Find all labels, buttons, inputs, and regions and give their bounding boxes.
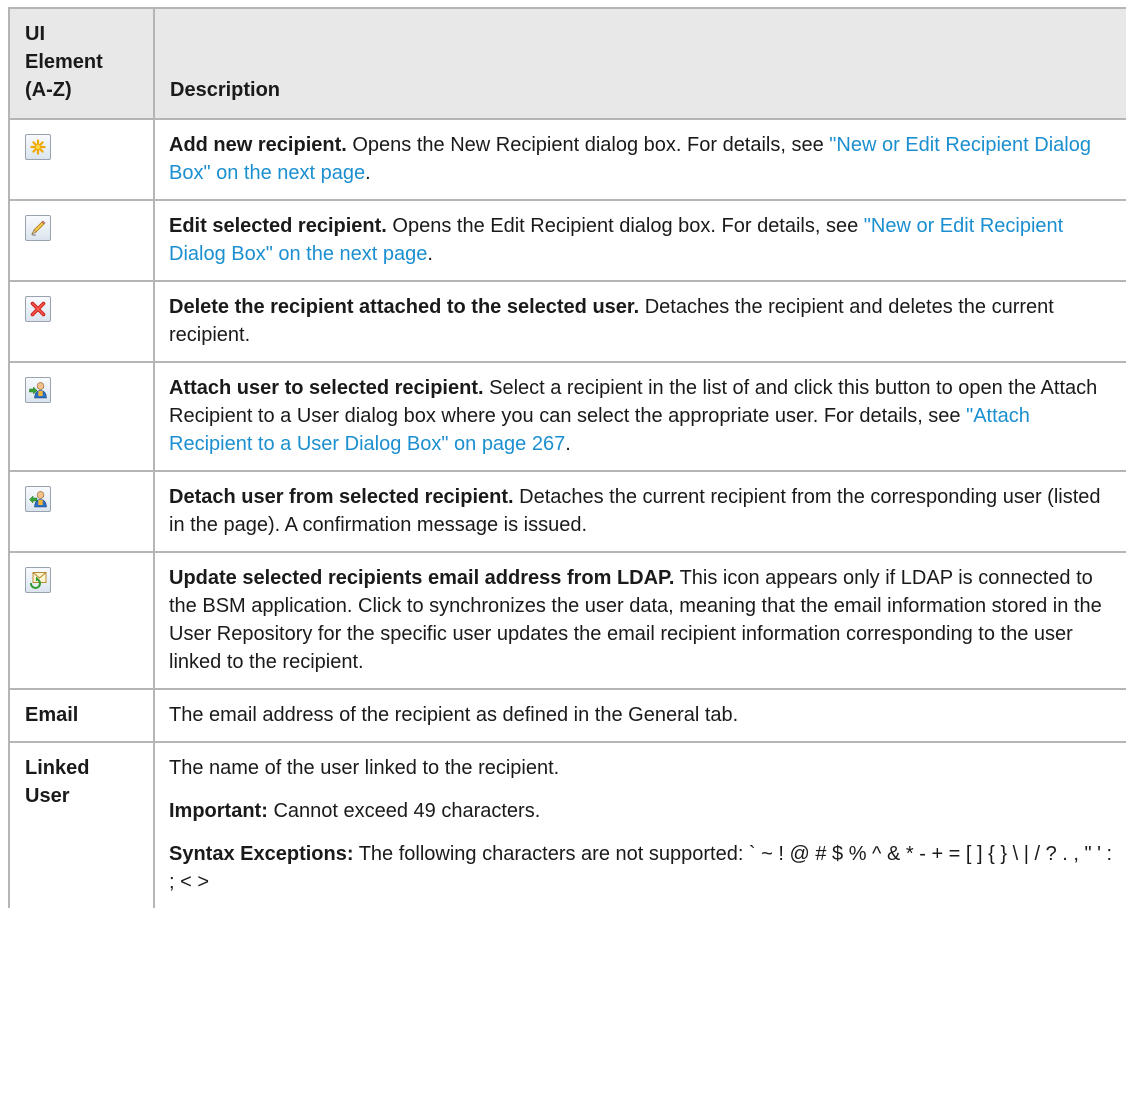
row-description-cell: Edit selected recipient. Opens the Edit …: [153, 199, 1126, 282]
row-description-cell: Add new recipient. Opens the New Recipie…: [153, 118, 1126, 201]
add-new-recipient-icon[interactable]: [25, 134, 51, 160]
header-ui-element-line-1: UI: [25, 23, 45, 45]
row-element-cell: [8, 361, 155, 472]
row-description-cell: The email address of the recipient as de…: [153, 688, 1126, 743]
table-row: Add new recipient. Opens the New Recipie…: [8, 118, 1126, 201]
syntax-exceptions-label: Syntax Exceptions:: [169, 843, 354, 865]
row-element-label-line-2: User: [25, 785, 70, 807]
syntax-exceptions-paragraph: Syntax Exceptions: The following charact…: [169, 840, 1116, 896]
row-element-label-line-1: Linked: [25, 757, 90, 779]
table-row: Delete the recipient attached to the sel…: [8, 280, 1126, 363]
header-ui-element-line-2: Element: [25, 51, 103, 73]
table-row: Linked User The name of the user linked …: [8, 741, 1126, 908]
delete-recipient-icon[interactable]: [25, 296, 51, 322]
important-label: Important:: [169, 800, 268, 822]
row-title: Detach user from selected recipient.: [169, 486, 514, 508]
table-row: Edit selected recipient. Opens the Edit …: [8, 199, 1126, 282]
row-element-cell: Linked User: [8, 741, 155, 908]
row-text: The email address of the recipient as de…: [169, 704, 739, 726]
row-description-cell: Detach user from selected recipient. Det…: [153, 470, 1126, 553]
row-title: Delete the recipient attached to the sel…: [169, 296, 640, 318]
row-description-cell: The name of the user linked to the recip…: [153, 741, 1126, 908]
row-element-cell: [8, 470, 155, 553]
header-ui-element: UI Element (A-Z): [8, 7, 155, 120]
row-title: Edit selected recipient.: [169, 215, 387, 237]
row-text: The name of the user linked to the recip…: [169, 757, 560, 779]
row-element-cell: [8, 118, 155, 201]
row-element-cell: [8, 551, 155, 690]
important-paragraph: Important: Cannot exceed 49 characters.: [169, 797, 1116, 825]
detach-user-icon[interactable]: [25, 486, 51, 512]
row-description-cell: Delete the recipient attached to the sel…: [153, 280, 1126, 363]
row-element-cell: [8, 280, 155, 363]
row-description-cell: Attach user to selected recipient. Selec…: [153, 361, 1126, 472]
row-text: Opens the New Recipient dialog box. For …: [346, 134, 830, 156]
row-description-cell: Update selected recipients email address…: [153, 551, 1126, 690]
row-title: Update selected recipients email address…: [169, 567, 675, 589]
table-row: Update selected recipients email address…: [8, 551, 1126, 690]
row-tail: .: [565, 433, 571, 455]
row-element-cell: [8, 199, 155, 282]
table-row: Detach user from selected recipient. Det…: [8, 470, 1126, 553]
row-title: Attach user to selected recipient.: [169, 377, 484, 399]
ui-elements-table: UI Element (A-Z) Description Add new rec…: [8, 7, 1126, 908]
important-text: Cannot exceed 49 characters.: [267, 800, 541, 822]
row-tail: .: [427, 243, 433, 265]
row-text-paragraph: The name of the user linked to the recip…: [169, 754, 1116, 782]
row-text: Opens the Edit Recipient dialog box. For…: [386, 215, 864, 237]
header-description: Description: [153, 7, 1126, 120]
table-row: Attach user to selected recipient. Selec…: [8, 361, 1126, 472]
table-header-row: UI Element (A-Z) Description: [8, 7, 1126, 120]
edit-recipient-icon[interactable]: [25, 215, 51, 241]
row-element-cell: Email: [8, 688, 155, 743]
row-title: Add new recipient.: [169, 134, 347, 156]
attach-user-icon[interactable]: [25, 377, 51, 403]
ldap-update-email-icon[interactable]: [25, 567, 51, 593]
header-ui-element-line-3: (A-Z): [25, 79, 72, 101]
table-row: Email The email address of the recipient…: [8, 688, 1126, 743]
row-tail: .: [365, 162, 371, 184]
row-element-label: Email: [25, 704, 79, 726]
